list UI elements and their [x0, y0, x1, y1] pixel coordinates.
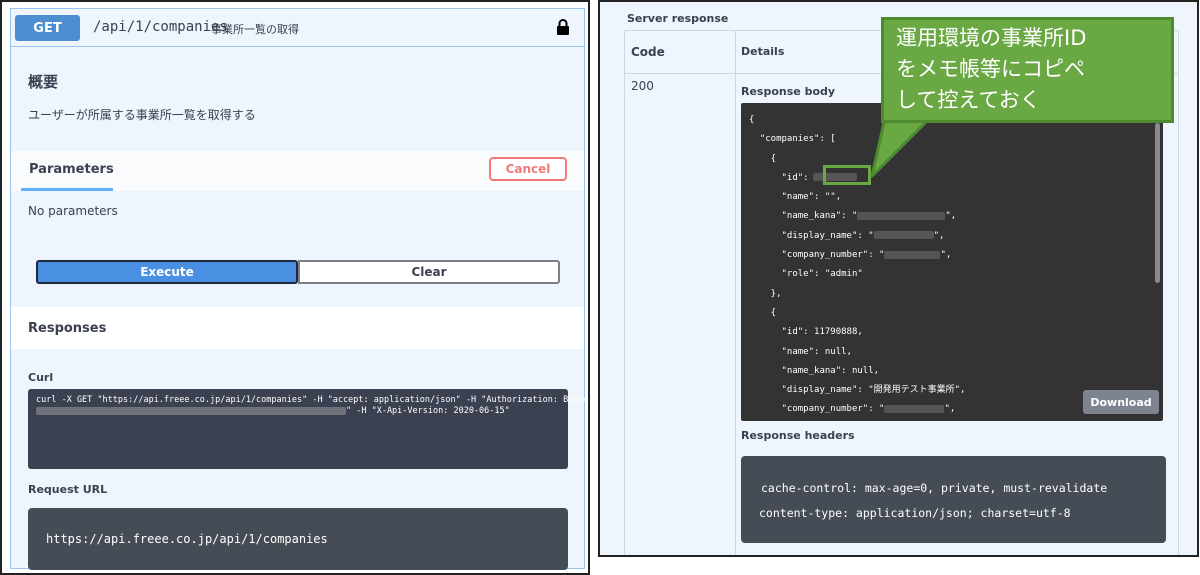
curl-line-2-suffix: " -H "X-Api-Version: 2020-06-15"	[346, 406, 510, 416]
json-line: "name": "",	[749, 192, 842, 203]
clear-button[interactable]: Clear	[298, 260, 560, 284]
response-code: 200	[631, 79, 654, 93]
json-line: "company_number": " ",	[749, 250, 952, 261]
operation-header[interactable]: GET /api/1/companies 事業所一覧の取得	[11, 9, 584, 47]
json-line: "name": null,	[749, 346, 852, 357]
request-url: https://api.freee.co.jp/api/1/companies	[46, 532, 328, 546]
redacted-value	[884, 250, 941, 259]
redacted-value	[873, 231, 934, 240]
json-line-text: "company_number": "	[749, 404, 885, 415]
callout-line: 運用環境の事業所ID	[896, 26, 1087, 50]
curl-line-2: " -H "X-Api-Version: 2020-06-15"	[36, 406, 560, 417]
json-line: "role": "admin"	[749, 269, 863, 280]
download-button[interactable]: Download	[1083, 390, 1159, 414]
column-header-details: Details	[741, 45, 785, 58]
curl-command-box[interactable]: curl -X GET "https://api.freee.co.jp/api…	[28, 389, 590, 469]
response-headers-box[interactable]: cache-control: max-age=0, private, must-…	[741, 456, 1166, 543]
operation-block: GET /api/1/companies 事業所一覧の取得 概要 ユーザーが所属…	[10, 8, 590, 570]
json-line: "display_name": "開発用テスト事業所",	[749, 385, 966, 396]
redacted-token	[36, 406, 346, 415]
response-body-label: Response body	[741, 85, 836, 98]
callout-pointer	[870, 118, 932, 178]
response-header-line: content-type: application/json; charset=…	[759, 506, 1071, 520]
column-header-code: Code	[631, 45, 665, 59]
column-divider	[735, 31, 736, 555]
json-line-text: "company_number": "	[749, 250, 885, 261]
json-line: {	[749, 307, 777, 318]
swagger-operation-panel: GET /api/1/companies 事業所一覧の取得 概要 ユーザーが所属…	[0, 0, 590, 575]
overview-title: 概要	[28, 73, 59, 91]
json-line-text: "id":	[749, 172, 809, 183]
callout-line: をメモ帳等にコピペ	[896, 57, 1085, 81]
response-headers-label: Response headers	[741, 429, 855, 442]
json-line: },	[749, 288, 782, 299]
callout-line: して控えておく	[896, 88, 1041, 112]
json-line: "display_name": " ",	[749, 230, 945, 241]
redacted-value	[884, 404, 945, 413]
redacted-value	[857, 211, 946, 220]
responses-header: Responses	[11, 307, 584, 349]
scrollbar-thumb[interactable]	[1155, 123, 1160, 283]
operation-path: /api/1/companies	[93, 19, 228, 35]
curl-line-1: curl -X GET "https://api.freee.co.jp/api…	[36, 395, 590, 405]
json-line-text: "display_name": "	[749, 230, 874, 241]
method-badge: GET	[15, 15, 80, 41]
overview-description: ユーザーが所属する事業所一覧を取得する	[28, 108, 256, 122]
request-url-label: Request URL	[28, 483, 108, 496]
curl-label: Curl	[28, 371, 54, 384]
no-parameters-text: No parameters	[28, 204, 118, 218]
tab-parameters[interactable]: Parameters	[21, 151, 114, 191]
response-body-box[interactable]: { "companies": [ { "id": "name": "", "na…	[741, 103, 1163, 421]
server-response-label: Server response	[627, 12, 729, 25]
json-line: "name_kana": null,	[749, 365, 880, 376]
annotation-callout: 運用環境の事業所ID をメモ帳等にコピペ して控えておく	[881, 17, 1174, 123]
lock-icon[interactable]	[556, 18, 570, 36]
server-response-panel: Server response Code Details 200 Respons…	[598, 0, 1199, 557]
request-url-box[interactable]: https://api.freee.co.jp/api/1/companies	[28, 508, 568, 570]
json-line: "company_number": " ",	[749, 404, 956, 415]
operation-summary: 事業所一覧の取得	[211, 23, 299, 36]
cancel-button[interactable]: Cancel	[489, 157, 567, 181]
parameters-bar: Parameters Cancel	[11, 151, 584, 191]
execute-button[interactable]: Execute	[36, 260, 298, 284]
responses-title: Responses	[28, 321, 107, 336]
response-header-line: cache-control: max-age=0, private, must-…	[761, 481, 1108, 495]
json-line-text: "name_kana": "	[749, 211, 858, 222]
json-line: "id": 11790888,	[749, 327, 863, 338]
json-line: "name_kana": " ",	[749, 211, 957, 222]
